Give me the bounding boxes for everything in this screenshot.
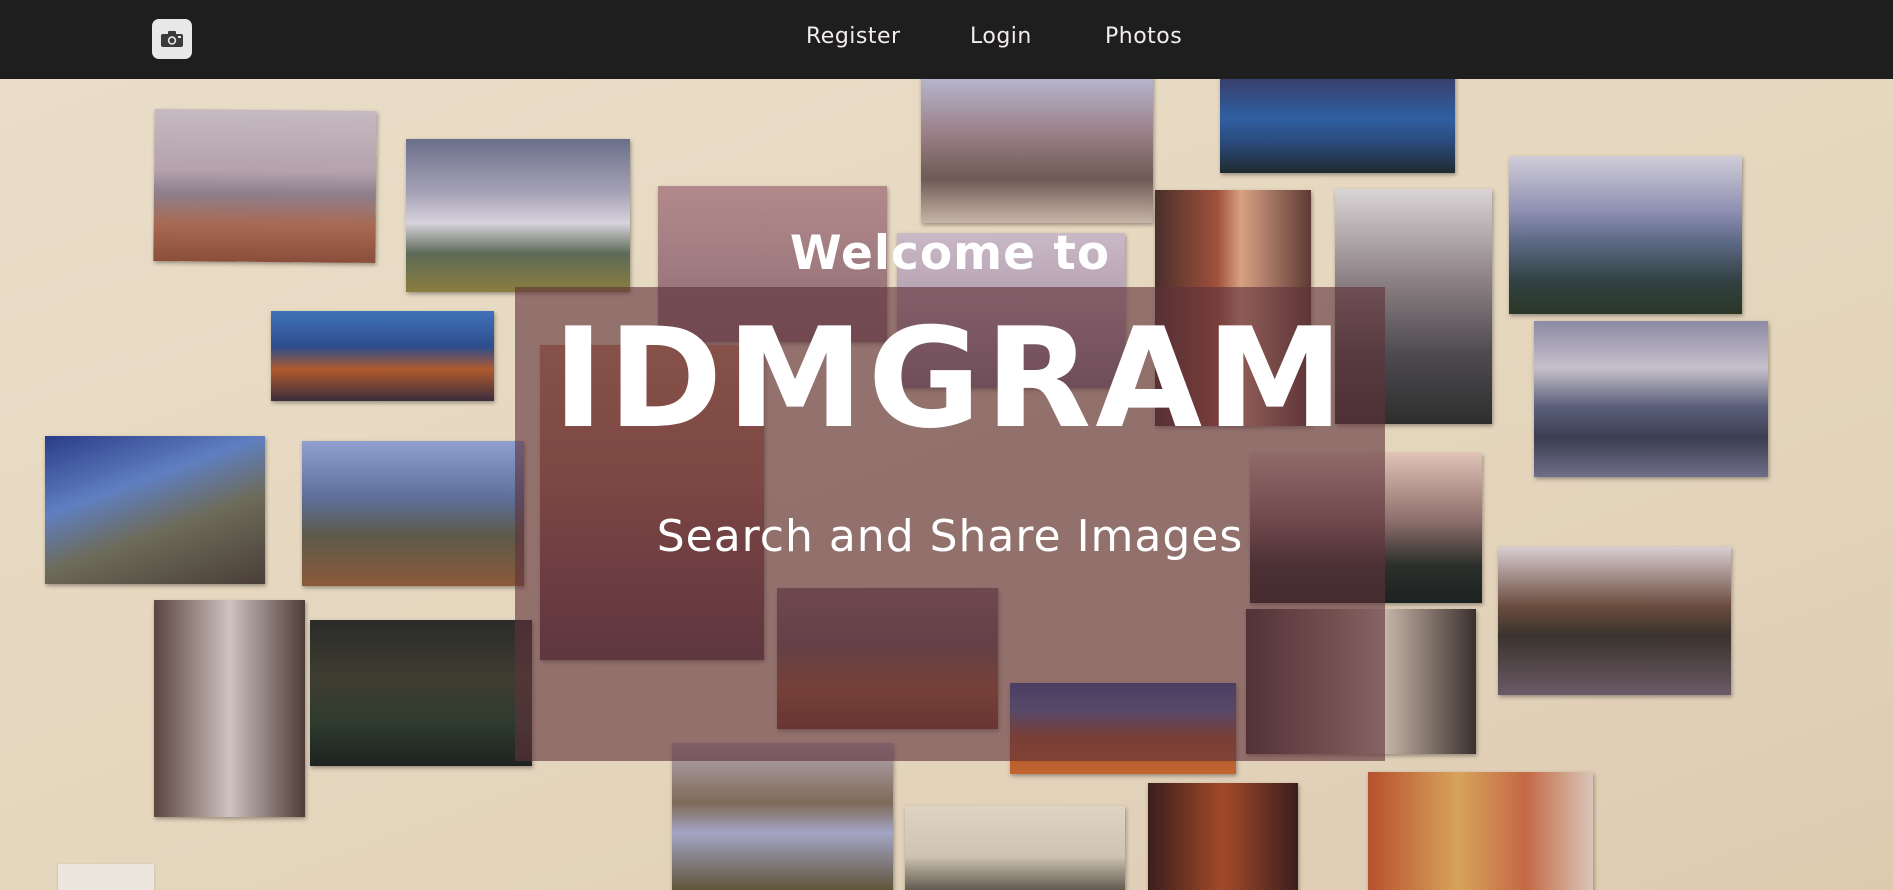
collage-photo-sunset-town [271, 311, 494, 401]
collage-photo-harbor-night [1220, 79, 1455, 173]
wall-switch [58, 864, 154, 890]
collage-photo-street [154, 600, 305, 817]
nav-login-link[interactable]: Login [970, 24, 1032, 49]
collage-photo-island [1534, 321, 1768, 477]
nav-register-link[interactable]: Register [806, 24, 901, 49]
collage-photo-village-lake [1498, 547, 1731, 695]
collage-photo-lake-house [1509, 156, 1742, 314]
collage-photo-reeds [905, 806, 1125, 890]
nav-links: Register Login Photos [0, 0, 1893, 79]
collage-photo-colorful-houses [1368, 772, 1593, 890]
collage-photo-mountains [302, 441, 524, 586]
hero-welcome-text: Welcome to [789, 226, 1111, 281]
collage-photo-bay [672, 743, 893, 890]
collage-photo-coast-valley [45, 436, 265, 584]
collage-photo-forest [310, 620, 532, 766]
collage-photo-beach [153, 109, 377, 263]
hero-banner [0, 79, 1893, 890]
hero-tagline: Search and Share Images [656, 511, 1244, 562]
nav-photos-link[interactable]: Photos [1105, 24, 1182, 49]
top-navbar: Register Login Photos [0, 0, 1893, 79]
collage-photo-night-alley [1148, 783, 1298, 890]
collage-photo-canal [921, 79, 1153, 223]
hero-brand-title: IDMGRAM [552, 298, 1348, 459]
